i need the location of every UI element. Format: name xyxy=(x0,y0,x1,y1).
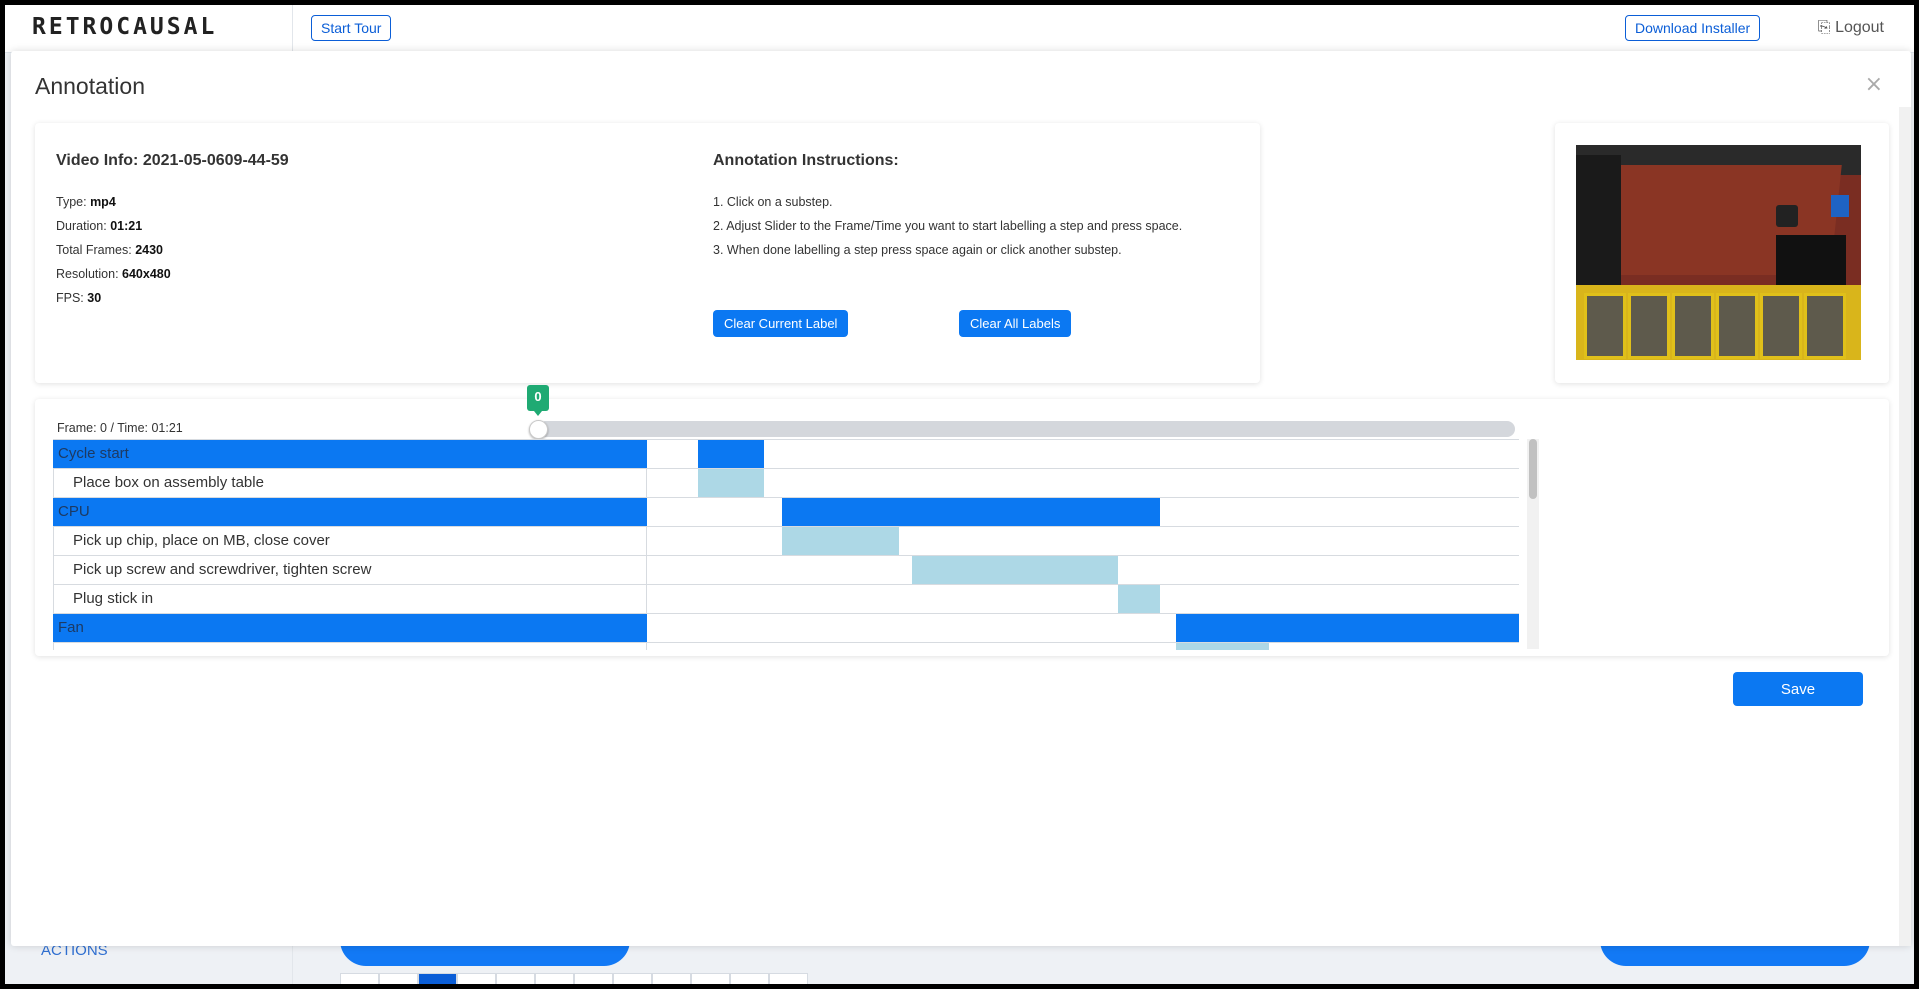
meta-fps: FPS: 30 xyxy=(56,291,102,305)
label-track[interactable] xyxy=(647,469,1519,497)
video-info-heading: Video Info: 2021-05-0609-44-59 xyxy=(56,152,289,169)
annotation-grid: Cycle start Place box on assembly table CP… xyxy=(53,439,1519,650)
meta-type: Type: mp4 xyxy=(56,195,116,209)
substep-label[interactable]: Place box on assembly table xyxy=(53,469,647,497)
download-installer-button[interactable]: Download Installer xyxy=(1625,15,1761,41)
step-row[interactable]: Cycle start xyxy=(53,440,1519,469)
instruction-step: 1. Click on a substep. xyxy=(713,195,833,209)
substep-label[interactable] xyxy=(53,643,647,650)
substep-row[interactable]: Place box on assembly table xyxy=(53,469,1519,498)
step-row[interactable]: Fan xyxy=(53,614,1519,643)
substep-label[interactable]: Plug stick in xyxy=(53,585,647,613)
meta-total-frames: Total Frames: 2430 xyxy=(56,243,164,257)
page-button[interactable] xyxy=(457,973,496,984)
label-track[interactable] xyxy=(647,643,1519,650)
label-segment xyxy=(911,556,1118,584)
label-segment xyxy=(1117,585,1160,613)
video-preview-card xyxy=(1555,123,1889,383)
page-button[interactable] xyxy=(574,973,613,984)
label-track[interactable] xyxy=(647,585,1519,613)
substep-row[interactable]: Pick up chip, place on MB, close cover xyxy=(53,527,1519,556)
annotation-modal: Annotation × Video Info: 2021-05-0609-44… xyxy=(11,51,1911,946)
step-row[interactable]: CPU xyxy=(53,498,1519,527)
page-button[interactable] xyxy=(418,973,457,984)
logout-label: Logout xyxy=(1835,19,1884,36)
label-track[interactable] xyxy=(647,614,1519,642)
meta-resolution: Resolution: 640x480 xyxy=(56,267,171,281)
label-segment xyxy=(1175,643,1270,650)
annotation-timeline-card: Frame: 0 / Time: 01:21 0 Cycle start Plac… xyxy=(35,385,1889,656)
app-logo: RETROCAUSAL xyxy=(32,14,218,40)
frame-time-readout: Frame: 0 / Time: 01:21 xyxy=(57,421,183,435)
label-segment xyxy=(781,498,1160,526)
label-track[interactable] xyxy=(647,556,1519,584)
instruction-step: 3. When done labelling a step press spac… xyxy=(713,243,1122,257)
step-label[interactable]: Cycle start xyxy=(53,440,647,468)
logout-button[interactable]: ⎘ Logout xyxy=(1818,19,1884,37)
close-icon[interactable]: × xyxy=(1865,72,1883,97)
page-button[interactable] xyxy=(613,973,652,984)
page-button[interactable] xyxy=(340,973,379,984)
page-button[interactable] xyxy=(535,973,574,984)
modal-scrollbar[interactable] xyxy=(1899,107,1911,946)
label-track[interactable] xyxy=(647,498,1519,526)
frame-slider-track[interactable] xyxy=(538,421,1515,437)
instruction-step: 2. Adjust Slider to the Frame/Time you w… xyxy=(713,219,1183,233)
label-segment xyxy=(697,469,765,497)
video-info-card: Video Info: 2021-05-0609-44-59 Type: mp4… xyxy=(35,123,1260,383)
label-segment xyxy=(781,527,900,555)
pagination xyxy=(340,973,808,984)
meta-duration: Duration: 01:21 xyxy=(56,219,143,233)
substep-row[interactable]: Plug stick in xyxy=(53,585,1519,614)
page-button[interactable] xyxy=(691,973,730,984)
slider-value-bubble: 0 xyxy=(527,385,549,416)
modal-title: Annotation xyxy=(35,73,145,99)
clear-current-label-button[interactable]: Clear Current Label xyxy=(713,310,849,337)
page-button[interactable] xyxy=(496,973,535,984)
page-button[interactable] xyxy=(652,973,691,984)
video-thumbnail[interactable] xyxy=(1576,145,1861,360)
label-segment xyxy=(697,440,765,468)
label-segment xyxy=(1175,614,1519,642)
label-track[interactable] xyxy=(647,440,1519,468)
label-track[interactable] xyxy=(647,527,1519,555)
save-button[interactable]: Save xyxy=(1733,672,1863,706)
substep-label[interactable]: Pick up screw and screwdriver, tighten s… xyxy=(53,556,647,584)
substep-row[interactable]: Pick up screw and screwdriver, tighten s… xyxy=(53,556,1519,585)
step-label[interactable]: CPU xyxy=(53,498,647,526)
substep-label[interactable]: Pick up chip, place on MB, close cover xyxy=(53,527,647,555)
step-label[interactable]: Fan xyxy=(53,614,647,642)
page-button[interactable] xyxy=(769,973,808,984)
page-button[interactable] xyxy=(379,973,418,984)
clear-all-labels-button[interactable]: Clear All Labels xyxy=(959,310,1072,337)
frame-slider-handle[interactable] xyxy=(529,420,548,439)
video-meta-list: Type: mp4 Duration: 01:21 Total Frames: … xyxy=(56,190,171,310)
page-button[interactable] xyxy=(730,973,769,984)
app-window: RETROCAUSAL Start Tour Download Installe… xyxy=(5,5,1914,984)
start-tour-button[interactable]: Start Tour xyxy=(311,15,392,41)
logout-icon: ⎘ xyxy=(1817,19,1831,36)
instructions-list: 1. Click on a substep. 2. Adjust Slider … xyxy=(713,190,1182,262)
instructions-heading: Annotation Instructions: xyxy=(713,152,899,169)
substep-row[interactable] xyxy=(53,643,1519,650)
grid-scrollbar[interactable] xyxy=(1527,439,1539,649)
